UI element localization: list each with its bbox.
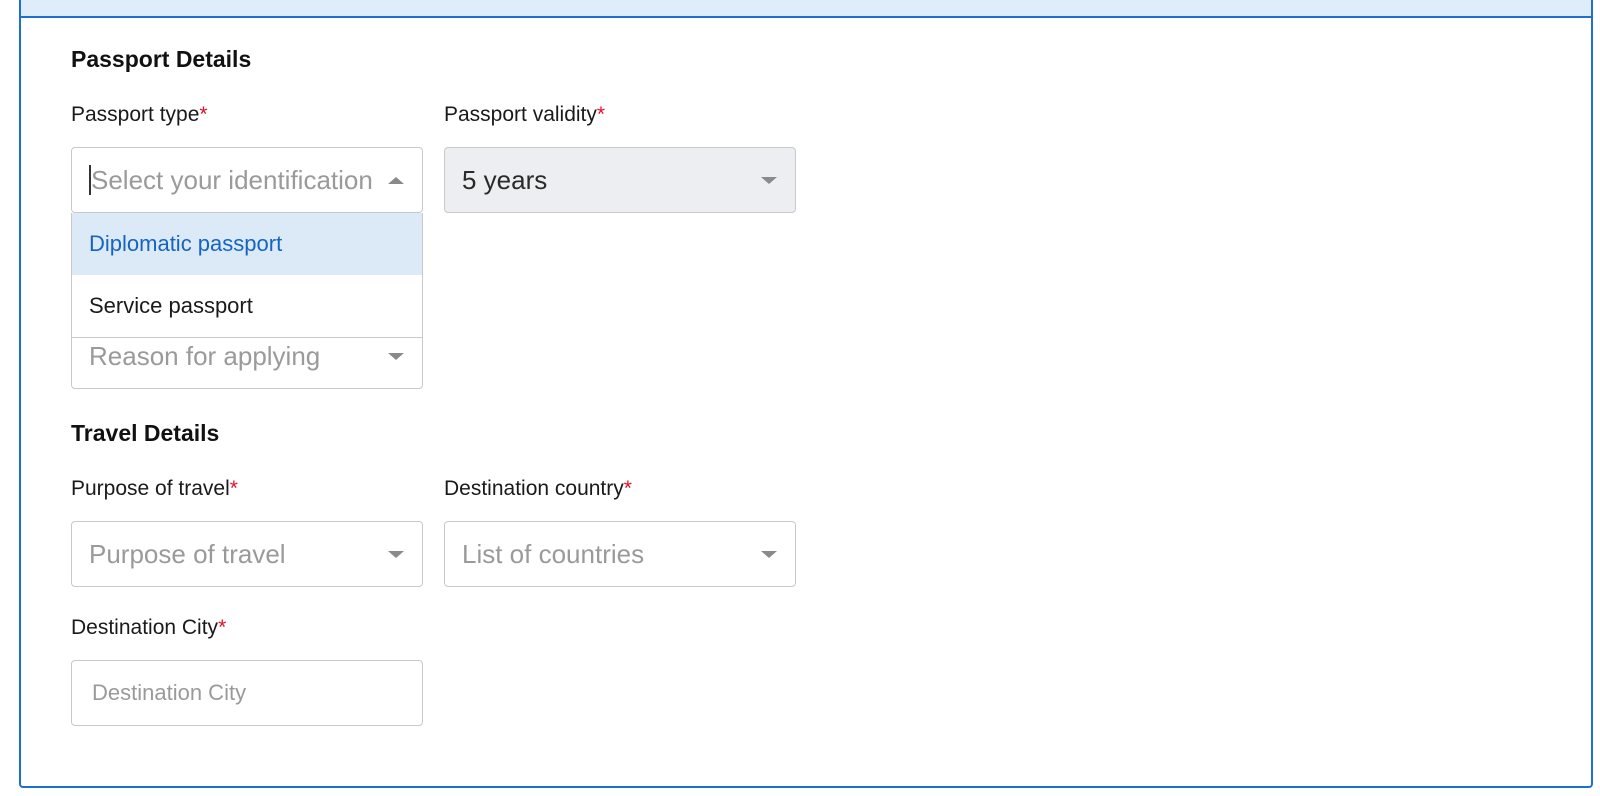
destination-country-placeholder: List of countries	[462, 538, 645, 569]
passport-type-select[interactable]: Select your identification	[71, 147, 423, 213]
destination-city-input[interactable]	[71, 660, 423, 726]
purpose-of-travel-label-text: Purpose of travel	[71, 477, 230, 500]
option-service-passport[interactable]: Service passport	[72, 275, 422, 337]
destination-city-label-text: Destination City	[71, 616, 219, 639]
reason-placeholder: Reason for applying	[89, 340, 321, 371]
purpose-of-travel-select[interactable]: Purpose of travel	[71, 521, 423, 587]
purpose-of-travel-label: Purpose of travel*	[71, 477, 238, 501]
travel-details-heading: Travel Details	[71, 420, 220, 446]
required-asterisk: *	[229, 477, 238, 500]
passport-type-dropdown-menu: Diplomatic passport Service passport	[71, 213, 423, 338]
required-asterisk: *	[623, 477, 632, 500]
required-asterisk: *	[199, 103, 208, 126]
passport-validity-label: Passport validity*	[444, 103, 605, 127]
destination-city-label: Destination City*	[71, 616, 226, 640]
required-asterisk: *	[596, 103, 606, 126]
card-header-strip	[21, 0, 1591, 18]
destination-country-label: Destination country*	[444, 477, 632, 501]
passport-type-label-text: Passport type	[71, 103, 200, 126]
chevron-down-icon[interactable]	[761, 550, 777, 558]
passport-type-placeholder: Select your identification	[91, 164, 373, 195]
chevron-down-icon[interactable]	[388, 550, 404, 558]
chevron-down-icon[interactable]	[761, 176, 777, 184]
purpose-of-travel-placeholder: Purpose of travel	[89, 538, 286, 569]
passport-type-label: Passport type*	[71, 103, 208, 127]
option-diplomatic-passport[interactable]: Diplomatic passport	[72, 213, 422, 275]
passport-validity-value: 5 years	[462, 164, 548, 195]
destination-country-label-text: Destination country	[444, 477, 624, 500]
chevron-down-icon[interactable]	[388, 352, 404, 360]
chevron-up-icon[interactable]	[388, 176, 404, 184]
destination-country-select[interactable]: List of countries	[444, 521, 796, 587]
passport-validity-select[interactable]: 5 years	[444, 147, 796, 213]
passport-validity-label-text: Passport validity	[444, 103, 597, 126]
passport-details-heading: Passport Details	[71, 46, 252, 72]
required-asterisk: *	[218, 616, 227, 639]
